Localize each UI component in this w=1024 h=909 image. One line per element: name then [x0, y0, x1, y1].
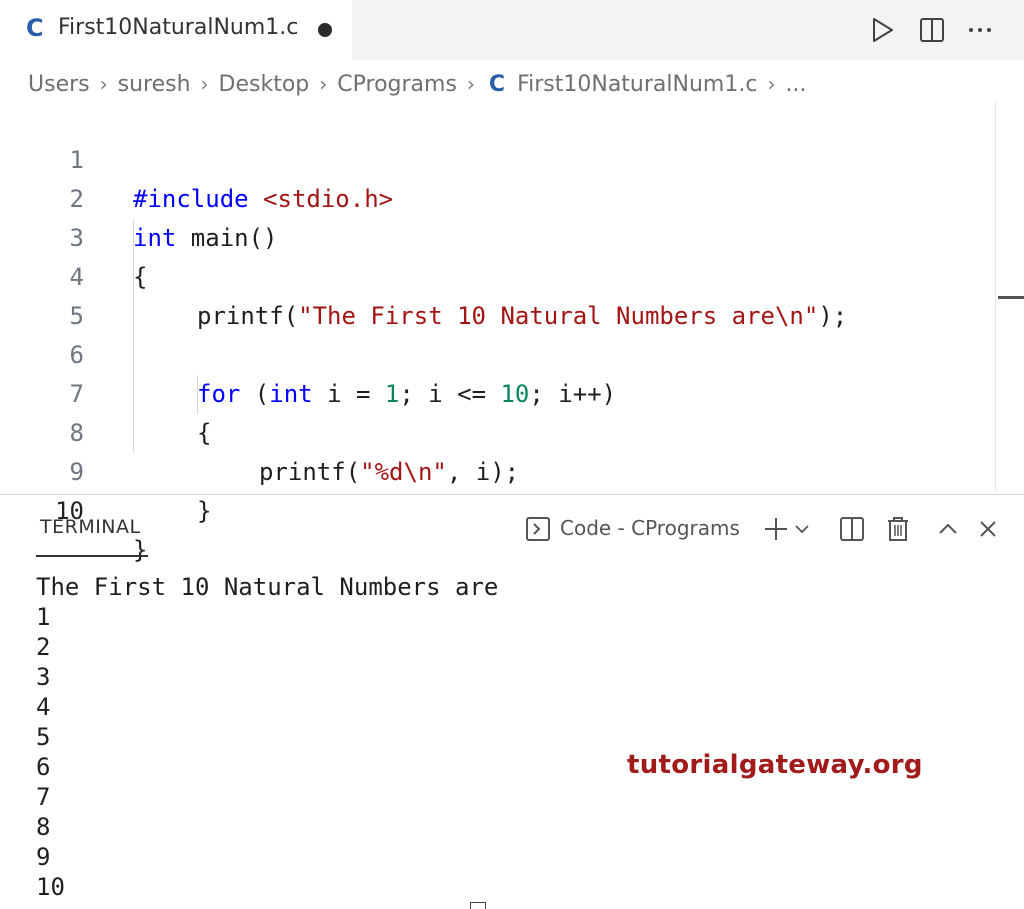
code-line: 10 }: [0, 453, 990, 564]
code-line: 9 }: [0, 414, 990, 525]
code-line: 1 #include <stdio.h>: [0, 102, 990, 213]
more-actions-icon[interactable]: [964, 14, 996, 46]
breadcrumb-item-cprograms[interactable]: CPrograms: [337, 72, 457, 97]
breadcrumb-item-suresh[interactable]: suresh: [118, 72, 191, 97]
chevron-right-icon: ›: [99, 72, 108, 96]
run-icon[interactable]: [866, 14, 898, 46]
chevron-down-icon[interactable]: [790, 513, 814, 545]
c-file-icon: C: [488, 71, 506, 97]
panel-divider[interactable]: [0, 494, 1024, 495]
c-file-icon: C: [26, 14, 44, 42]
active-tab-indicator: [36, 555, 148, 557]
breadcrumb-item-desktop[interactable]: Desktop: [219, 72, 310, 97]
trash-icon[interactable]: [882, 513, 914, 545]
code-line: 3 {: [0, 180, 990, 291]
chevron-right-icon: ›: [767, 72, 776, 96]
chevron-right-icon: ›: [200, 72, 209, 96]
code-line: 5: [0, 258, 990, 330]
editor-scrollbar[interactable]: [995, 102, 996, 492]
split-editor-icon[interactable]: [916, 14, 948, 46]
breadcrumb-item-file[interactable]: First10NaturalNum1.c: [517, 72, 757, 97]
code-line: 4 printf("The First 10 Natural Numbers a…: [0, 219, 990, 330]
breadcrumb-more[interactable]: ...: [785, 72, 806, 97]
tab-terminal[interactable]: TERMINAL: [40, 516, 141, 538]
terminal-output[interactable]: The First 10 Natural Numbers are 1 2 3 4…: [36, 572, 498, 902]
editor-tab-first10naturalnum1[interactable]: C First10NaturalNum1.c: [0, 0, 352, 60]
new-terminal-icon[interactable]: [760, 513, 792, 545]
maximize-panel-chevron-up-icon[interactable]: [932, 513, 964, 545]
tab-bar: C First10NaturalNum1.c: [0, 0, 1024, 60]
unsaved-dot-icon[interactable]: [318, 23, 332, 37]
code-line: 2 int main(): [0, 141, 990, 252]
split-terminal-icon[interactable]: [836, 513, 868, 545]
chevron-right-icon: ›: [319, 72, 328, 96]
close-icon[interactable]: [972, 513, 1004, 545]
chevron-right-icon: ›: [466, 72, 475, 96]
code-line: 7 {: [0, 336, 990, 447]
watermark: tutorialgateway.org: [627, 750, 923, 780]
code-token: }: [197, 497, 212, 525]
tab-title: First10NaturalNum1.c: [58, 15, 299, 40]
code-editor[interactable]: 1 #include <stdio.h> 2 int main() 3 { 4 …: [0, 102, 1024, 564]
code-line: 8 printf("%d\n", i);: [0, 375, 990, 486]
terminal-selector[interactable]: Code - CPrograms: [560, 516, 740, 540]
breadcrumb: Users › suresh › Desktop › CPrograms › C…: [28, 68, 806, 100]
breadcrumb-item-users[interactable]: Users: [28, 72, 90, 97]
terminal-icon: [522, 513, 554, 545]
overview-ruler-marker: [998, 296, 1024, 299]
code-line: 6 for (int i = 1; i <= 10; i++): [0, 297, 990, 408]
